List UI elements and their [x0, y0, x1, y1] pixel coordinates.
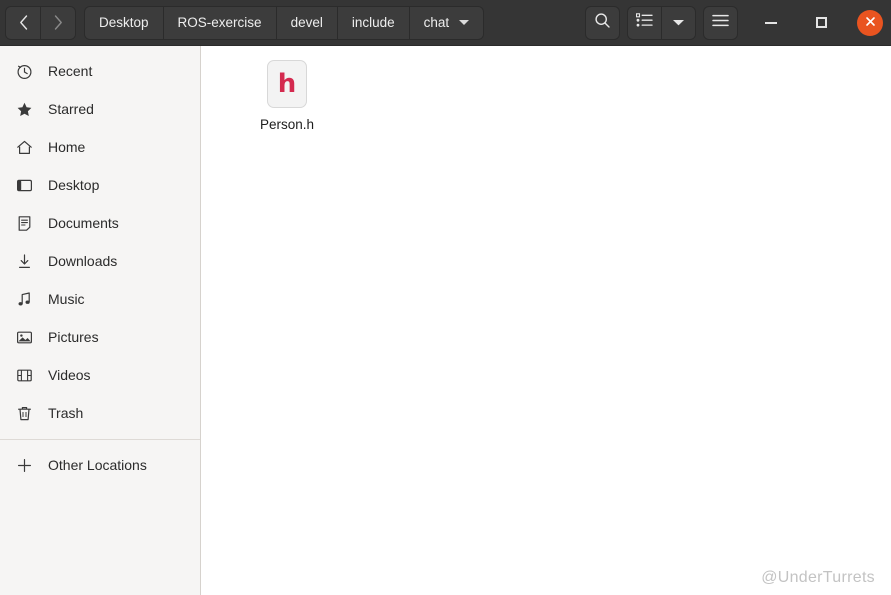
- sidebar-item-documents[interactable]: Documents: [0, 204, 200, 242]
- hamburger-menu-icon: [712, 14, 729, 32]
- file-manager-window: Desktop ROS-exercise devel include chat: [0, 0, 891, 595]
- image-icon: [14, 327, 34, 347]
- chevron-down-icon: [672, 14, 685, 32]
- close-button[interactable]: [857, 10, 883, 36]
- desktop-icon: [14, 175, 34, 195]
- sidebar-item-label: Other Locations: [48, 457, 147, 473]
- sidebar-item-desktop[interactable]: Desktop: [0, 166, 200, 204]
- file-list-area[interactable]: h Person.h @UnderTurrets: [201, 46, 891, 595]
- sidebar-item-trash[interactable]: Trash: [0, 394, 200, 432]
- sidebar-item-label: Videos: [48, 367, 91, 383]
- home-icon: [14, 137, 34, 157]
- list-view-button[interactable]: [628, 7, 661, 39]
- forward-button[interactable]: [40, 7, 75, 39]
- breadcrumb-label: ROS-exercise: [178, 15, 262, 30]
- sidebar-item-recent[interactable]: Recent: [0, 52, 200, 90]
- sidebar-item-label: Documents: [48, 215, 119, 231]
- sidebar-item-label: Recent: [48, 63, 92, 79]
- view-mode-button-group: [628, 7, 695, 39]
- download-icon: [14, 251, 34, 271]
- sidebar: Recent Starred Home: [0, 46, 201, 595]
- header-file-icon: h: [278, 71, 297, 97]
- header-bar: Desktop ROS-exercise devel include chat: [0, 0, 891, 46]
- icon-grid: h Person.h: [201, 46, 891, 136]
- sidebar-item-label: Trash: [48, 405, 83, 421]
- navigation-button-group: [6, 7, 75, 39]
- sidebar-item-label: Music: [48, 291, 85, 307]
- plus-icon: [14, 455, 34, 475]
- sidebar-item-label: Starred: [48, 101, 94, 117]
- breadcrumb: Desktop ROS-exercise devel include chat: [85, 7, 483, 39]
- film-icon: [14, 365, 34, 385]
- maximize-button[interactable]: [807, 9, 835, 37]
- sidebar-item-music[interactable]: Music: [0, 280, 200, 318]
- breadcrumb-label: devel: [291, 15, 323, 30]
- sidebar-item-label: Pictures: [48, 329, 99, 345]
- breadcrumb-label: include: [352, 15, 395, 30]
- close-icon: [865, 14, 876, 32]
- back-button[interactable]: [6, 7, 40, 39]
- clock-icon: [14, 61, 34, 81]
- sidebar-item-pictures[interactable]: Pictures: [0, 318, 200, 356]
- music-note-icon: [14, 289, 34, 309]
- sidebar-item-other-locations[interactable]: Other Locations: [0, 446, 200, 484]
- search-icon: [594, 12, 611, 34]
- watermark: @UnderTurrets: [761, 569, 875, 587]
- breadcrumb-item-include[interactable]: include: [337, 7, 409, 39]
- breadcrumb-item-chat[interactable]: chat: [409, 7, 484, 39]
- breadcrumb-item-ros-exercise[interactable]: ROS-exercise: [163, 7, 276, 39]
- sidebar-item-label: Desktop: [48, 177, 99, 193]
- minimize-icon: [765, 22, 777, 24]
- file-item-person-h[interactable]: h Person.h: [239, 54, 335, 136]
- maximize-icon: [816, 17, 827, 28]
- minimize-button[interactable]: [757, 9, 785, 37]
- trash-icon: [14, 403, 34, 423]
- breadcrumb-label: chat: [424, 15, 450, 30]
- sidebar-item-label: Downloads: [48, 253, 117, 269]
- document-icon: [14, 213, 34, 233]
- sidebar-item-videos[interactable]: Videos: [0, 356, 200, 394]
- view-options-dropdown-button[interactable]: [661, 7, 695, 39]
- file-name-label: Person.h: [260, 117, 314, 132]
- file-thumbnail: h: [267, 60, 307, 108]
- header-actions: [577, 7, 891, 39]
- sidebar-item-home[interactable]: Home: [0, 128, 200, 166]
- star-icon: [14, 99, 34, 119]
- window-body: Recent Starred Home: [0, 46, 891, 595]
- sidebar-item-starred[interactable]: Starred: [0, 90, 200, 128]
- sidebar-divider: [0, 439, 200, 440]
- breadcrumb-item-desktop[interactable]: Desktop: [85, 7, 163, 39]
- sidebar-item-downloads[interactable]: Downloads: [0, 242, 200, 280]
- main-menu-button[interactable]: [704, 7, 737, 39]
- list-view-icon: [636, 13, 653, 33]
- chevron-down-icon: [459, 20, 469, 25]
- sidebar-item-label: Home: [48, 139, 85, 155]
- breadcrumb-item-devel[interactable]: devel: [276, 7, 337, 39]
- search-button[interactable]: [586, 7, 619, 39]
- breadcrumb-label: Desktop: [99, 15, 149, 30]
